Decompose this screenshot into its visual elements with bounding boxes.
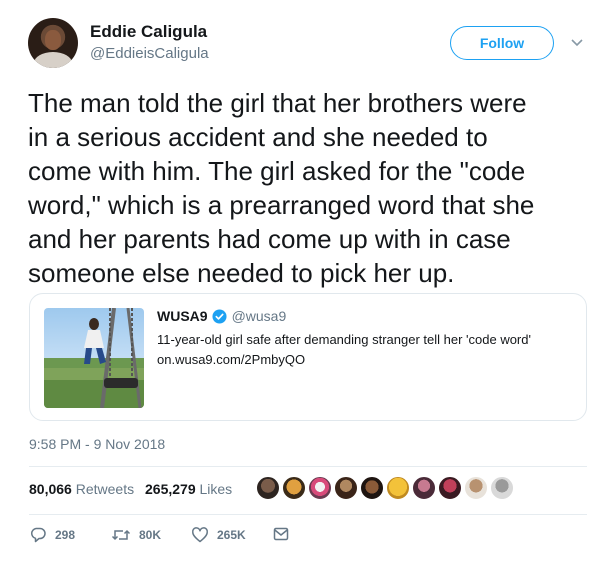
tweet-text-line: and her parents had come up with in case [28, 224, 511, 254]
liker-avatar[interactable] [360, 476, 384, 500]
heart-icon [192, 527, 208, 543]
action-bar: 298 80K 265K [29, 526, 329, 548]
verified-badge-icon [212, 308, 227, 324]
like-count: 265K [217, 528, 246, 542]
avatar-shirt [34, 52, 72, 68]
likes-count: 265,279 [145, 481, 196, 497]
chevron-down-icon[interactable] [570, 36, 584, 50]
retweets-stat[interactable]: 80,066 Retweets [29, 481, 134, 497]
likes-label: Likes [199, 481, 233, 497]
author-name[interactable]: Eddie Caligula [90, 22, 207, 42]
retweet-count: 80K [139, 528, 162, 542]
direct-message-button[interactable] [273, 526, 289, 542]
tweet-text-line: word," which is a prearranged word that … [28, 190, 535, 220]
author-avatar[interactable] [28, 18, 78, 68]
liker-avatar[interactable] [412, 476, 436, 500]
liker-avatar[interactable] [490, 476, 514, 500]
card-source-handle: @wusa9 [231, 308, 287, 324]
liker-avatar[interactable] [386, 476, 410, 500]
follow-button[interactable]: Follow [450, 26, 554, 60]
divider [29, 514, 587, 515]
card-title[interactable]: 11-year-old girl safe after demanding st… [157, 332, 531, 347]
tweet-text: The man told the girl that her brothers … [28, 86, 598, 290]
liker-avatar[interactable] [334, 476, 358, 500]
retweets-label: Retweets [75, 481, 135, 497]
liker-avatar[interactable] [308, 476, 332, 500]
envelope-icon [273, 527, 289, 541]
card-source-name: WUSA9 [157, 308, 208, 324]
liker-avatars[interactable] [256, 476, 516, 502]
author-handle[interactable]: @EddieisCaligula [90, 45, 209, 62]
retweet-icon [111, 529, 131, 541]
tweet-text-line: come with him. The girl asked for the "c… [28, 156, 526, 186]
liker-avatar[interactable] [256, 476, 280, 500]
likes-stat[interactable]: 265,279 Likes [145, 481, 232, 497]
reply-button[interactable]: 298 [29, 526, 75, 544]
retweets-count: 80,066 [29, 481, 72, 497]
liker-avatar[interactable] [464, 476, 488, 500]
card-source: WUSA9 @wusa9 [157, 308, 286, 324]
like-button[interactable]: 265K [191, 526, 246, 544]
tweet-text-line: someone else needed to pick her up. [28, 258, 455, 288]
card-url[interactable]: on.wusa9.com/2PmbyQO [157, 352, 305, 367]
divider [29, 466, 587, 467]
tweet-text-line: in a serious accident and she needed to [28, 122, 488, 152]
retweet-button[interactable]: 80K [111, 526, 161, 544]
tweet-text-line: The man told the girl that her brothers … [28, 88, 527, 118]
avatar-face [45, 30, 61, 50]
tweet-timestamp[interactable]: 9:58 PM - 9 Nov 2018 [29, 436, 165, 452]
reply-count: 298 [55, 528, 76, 542]
liker-avatar[interactable] [438, 476, 462, 500]
liker-avatar[interactable] [282, 476, 306, 500]
reply-icon [30, 527, 46, 543]
link-card[interactable]: WUSA9 @wusa9 11-year-old girl safe after… [29, 293, 587, 421]
tweet-card: Eddie Caligula @EddieisCaligula Follow T… [0, 0, 616, 568]
card-thumbnail [44, 308, 144, 408]
